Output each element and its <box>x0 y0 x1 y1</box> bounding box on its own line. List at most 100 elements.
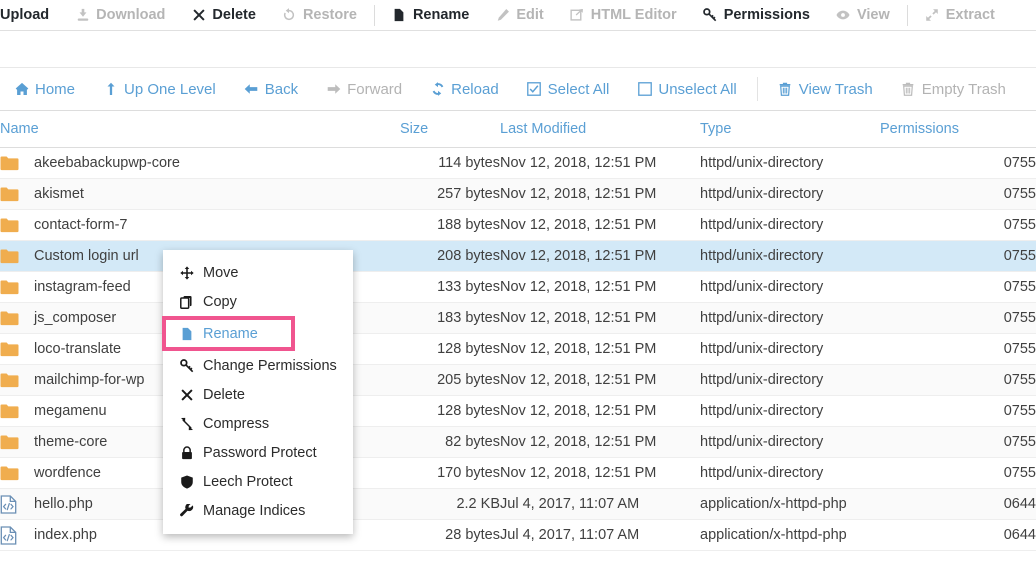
arrow-up-icon <box>103 81 118 97</box>
toolbar-button-delete[interactable]: Delete <box>178 0 269 31</box>
file-modified-cell: Nov 12, 2018, 12:51 PM <box>500 426 700 458</box>
file-size-cell: 82 bytes <box>400 426 500 458</box>
file-modified-cell: Nov 12, 2018, 12:51 PM <box>500 209 700 241</box>
context-menu-item-rename[interactable]: Rename <box>162 316 295 351</box>
trash-icon <box>778 81 793 97</box>
file-size-cell: 208 bytes <box>400 240 500 272</box>
column-header-modified[interactable]: Last Modified <box>500 111 700 148</box>
table-row[interactable]: akeebabackupwp-core 114 bytes Nov 12, 2018… <box>0 147 1036 179</box>
column-header-permissions[interactable]: Permissions <box>880 111 1036 148</box>
nav-button-home[interactable]: Home <box>0 67 89 111</box>
toolbar-button-label: Download <box>96 6 166 23</box>
copy-icon <box>178 295 195 309</box>
toolbar-button-permissions[interactable]: Permissions <box>690 0 823 31</box>
context-menu-item-leech-protect[interactable]: Leech Protect <box>163 467 353 496</box>
file-permissions-cell: 0644 <box>880 488 1036 520</box>
nav-button-reload[interactable]: Reload <box>416 67 513 111</box>
context-menu-item-move[interactable]: Move <box>163 258 353 287</box>
trash-icon <box>901 81 916 97</box>
lock-icon <box>178 445 195 460</box>
table-row[interactable]: hello.php 2.2 KB Jul 4, 2017, 11:07 AM appl… <box>0 488 1036 520</box>
context-menu-item-copy[interactable]: Copy <box>163 287 353 316</box>
file-name-label: instagram-feed <box>34 279 131 295</box>
header-row: Name Size Last Modified Type Permissions <box>0 111 1036 148</box>
context-menu-item-label: Rename <box>203 325 258 342</box>
context-menu-item-label: Leech Protect <box>203 473 293 490</box>
file-type-cell: httpd/unix-directory <box>700 364 880 396</box>
table-row[interactable]: akismet 257 bytes Nov 12, 2018, 12:51 PM ht… <box>0 178 1036 210</box>
toolbar-button-label: Rename <box>412 6 470 23</box>
download-icon <box>75 8 90 23</box>
table-row[interactable]: Custom login url 208 bytes Nov 12, 2018, 1… <box>0 240 1036 272</box>
context-menu-item-compress[interactable]: Compress <box>163 409 353 438</box>
table-row[interactable]: theme-core 82 bytes Nov 12, 2018, 12:51 PM… <box>0 426 1036 458</box>
file-type-cell: application/x-httpd-php <box>700 519 880 551</box>
nav-button-back[interactable]: Back <box>230 67 312 111</box>
context-menu-item-label: Change Permissions <box>203 357 337 374</box>
file-name-label: mailchimp-for-wp <box>34 372 145 388</box>
navigation-toolbar: Home Up One Level Back Forward Reload Select … <box>0 67 1036 111</box>
toolbar-button-label: Extract <box>945 6 995 23</box>
toolbar-button-label: Upload <box>0 6 50 23</box>
file-modified-cell: Nov 12, 2018, 12:51 PM <box>500 395 700 427</box>
restore-icon <box>282 8 297 23</box>
table-row[interactable]: loco-translate 128 bytes Nov 12, 2018, 12:… <box>0 333 1036 365</box>
nav-button-select-all[interactable]: Select All <box>513 67 624 111</box>
file-size-cell: 188 bytes <box>400 209 500 241</box>
nav-button-up-one-level[interactable]: Up One Level <box>89 67 230 111</box>
file-permissions-cell: 0755 <box>880 333 1036 365</box>
toolbar-button-label: Permissions <box>723 6 810 23</box>
file-list-container: Name Size Last Modified Type Permissions… <box>0 111 1036 551</box>
nav-button-unselect-all[interactable]: Unselect All <box>623 67 750 111</box>
nav-button-forward: Forward <box>312 67 416 111</box>
table-row[interactable]: js_composer 183 bytes Nov 12, 2018, 12:51 … <box>0 302 1036 334</box>
file-name-cell[interactable]: contact-form-7 <box>0 209 400 241</box>
file-size-cell: 133 bytes <box>400 271 500 303</box>
file-modified-cell: Nov 12, 2018, 12:51 PM <box>500 333 700 365</box>
file-icon <box>178 327 195 341</box>
table-row[interactable]: instagram-feed 133 bytes Nov 12, 2018, 12:… <box>0 271 1036 303</box>
x-mark-icon <box>191 8 206 23</box>
context-menu: Move Copy Rename Change Permissions Delete Co… <box>162 250 353 534</box>
toolbar-button-edit: Edit <box>482 0 556 31</box>
context-menu-item-label: Delete <box>203 386 245 403</box>
file-name-cell[interactable]: akeebabackupwp-core <box>0 147 400 179</box>
column-header-type[interactable]: Type <box>700 111 880 148</box>
file-permissions-cell: 0755 <box>880 147 1036 179</box>
context-menu-item-manage-indices[interactable]: Manage Indices <box>163 496 353 525</box>
file-type-cell: httpd/unix-directory <box>700 457 880 489</box>
file-name-cell[interactable]: akismet <box>0 178 400 210</box>
file-size-cell: 28 bytes <box>400 519 500 551</box>
file-permissions-cell: 0755 <box>880 426 1036 458</box>
eye-icon <box>836 8 851 23</box>
file-permissions-cell: 0755 <box>880 271 1036 303</box>
toolbar-button-label: HTML Editor <box>590 6 677 23</box>
file-size-cell: 114 bytes <box>400 147 500 179</box>
file-type-cell: httpd/unix-directory <box>700 147 880 179</box>
nav-button-view-trash[interactable]: View Trash <box>764 67 887 111</box>
folder-icon <box>0 279 20 296</box>
file-modified-cell: Nov 12, 2018, 12:51 PM <box>500 178 700 210</box>
context-menu-item-delete[interactable]: Delete <box>163 380 353 409</box>
nav-button-label: Home <box>35 80 76 98</box>
table-row[interactable]: megamenu 128 bytes Nov 12, 2018, 12:51 PM h… <box>0 395 1036 427</box>
toolbar-button-upload[interactable]: Upload <box>0 0 62 31</box>
table-row[interactable]: index.php 28 bytes Jul 4, 2017, 11:07 AM ap… <box>0 519 1036 551</box>
toolbar-button-html-editor: HTML Editor <box>557 0 690 31</box>
column-header-size[interactable]: Size <box>400 111 500 148</box>
toolbar-divider <box>373 4 375 26</box>
nav-button-empty-trash: Empty Trash <box>887 67 1020 111</box>
file-size-cell: 205 bytes <box>400 364 500 396</box>
toolbar-button-label: Delete <box>212 6 256 23</box>
file-name-label: megamenu <box>34 403 107 419</box>
table-row[interactable]: wordfence 170 bytes Nov 12, 2018, 12:51 PM… <box>0 457 1036 489</box>
file-list-header: Name Size Last Modified Type Permissions <box>0 111 1036 148</box>
table-row[interactable]: contact-form-7 188 bytes Nov 12, 2018, 12:… <box>0 209 1036 241</box>
file-manager-window: Upload Download Delete Restore Rename Edit HTM… <box>0 0 1036 576</box>
context-menu-item-password-protect[interactable]: Password Protect <box>163 438 353 467</box>
file-name-label: js_composer <box>34 310 117 326</box>
toolbar-button-rename[interactable]: Rename <box>379 0 482 31</box>
table-row[interactable]: mailchimp-for-wp 205 bytes Nov 12, 2018, 1… <box>0 364 1036 396</box>
context-menu-item-change-permissions[interactable]: Change Permissions <box>163 351 353 380</box>
column-header-name[interactable]: Name <box>0 111 400 148</box>
